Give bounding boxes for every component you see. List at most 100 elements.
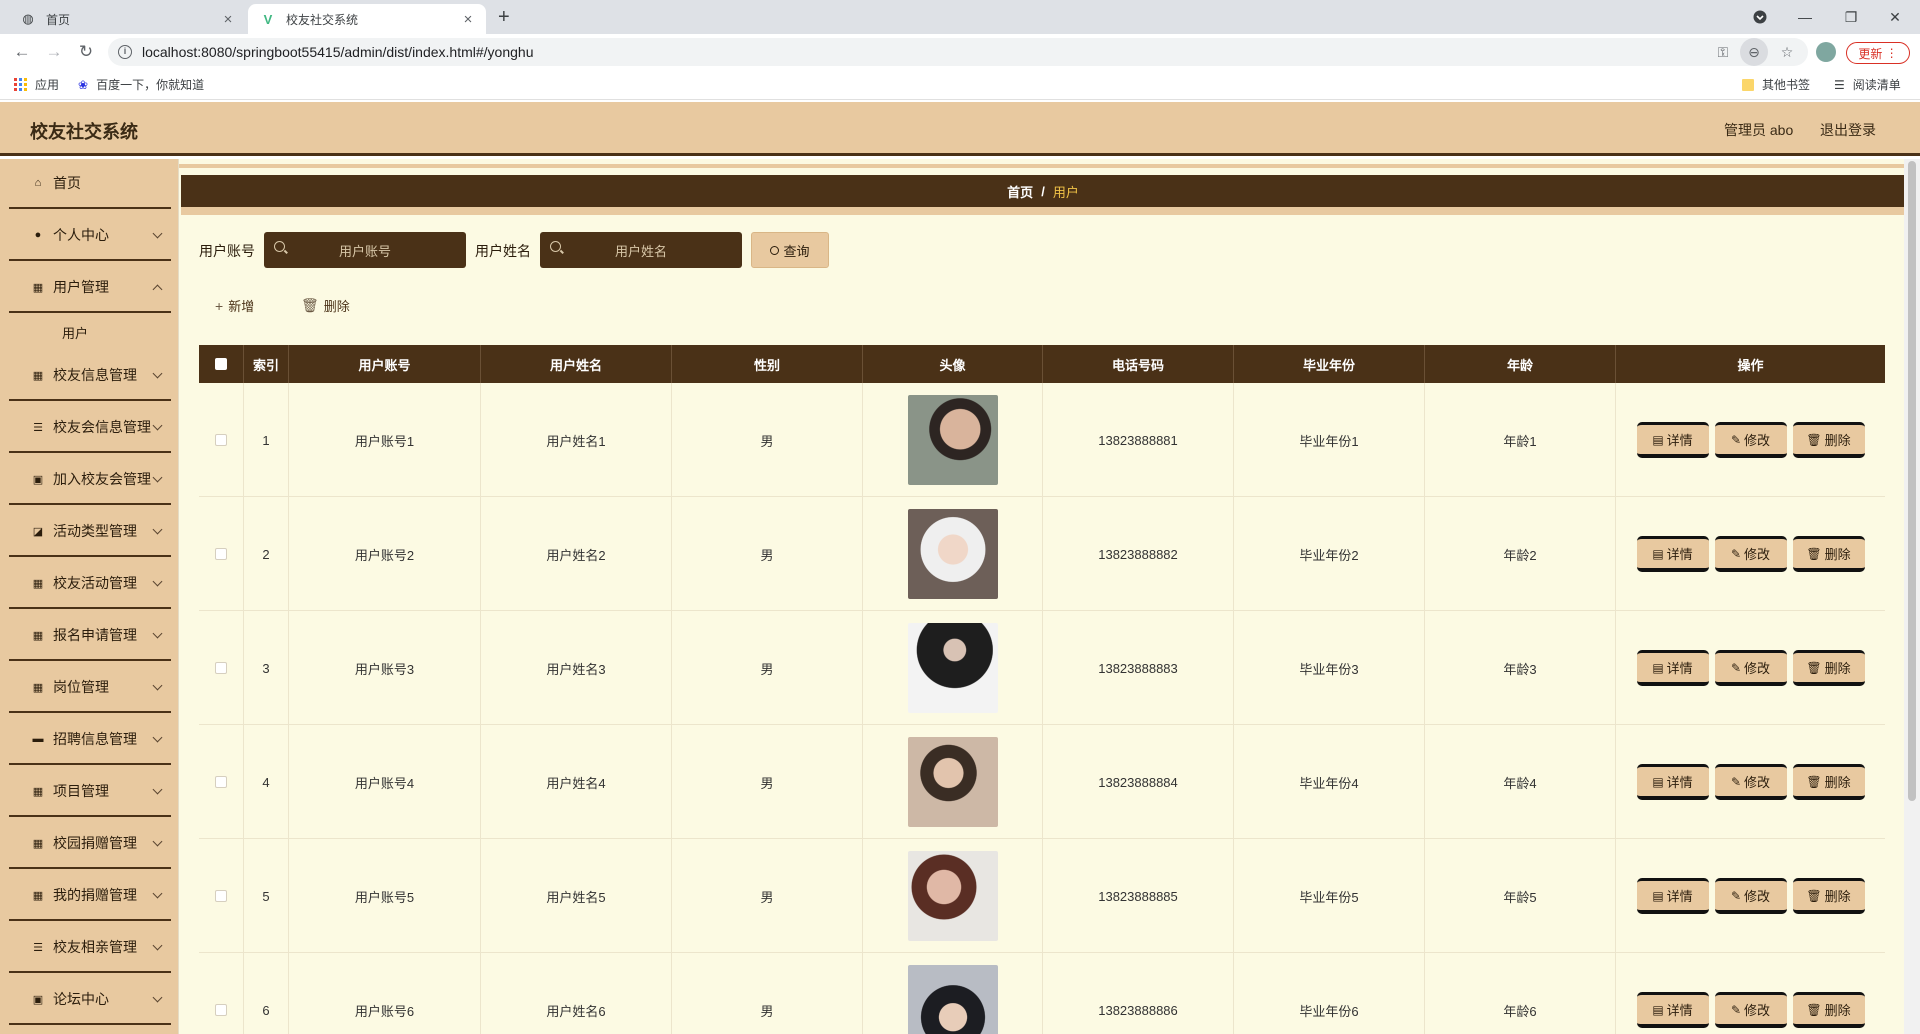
sidebar-item-positions[interactable]: ▦ 岗位管理 bbox=[9, 663, 171, 713]
url-field[interactable]: i localhost:8080/springboot55415/admin/d… bbox=[108, 38, 1808, 66]
query-button[interactable]: 查询 bbox=[751, 232, 829, 268]
row-checkbox-cell[interactable] bbox=[199, 725, 244, 839]
row-checkbox-cell[interactable] bbox=[199, 383, 244, 497]
edit-button[interactable]: ✎ 修改 bbox=[1714, 422, 1787, 458]
name-search-input[interactable]: 用户姓名 bbox=[540, 232, 742, 268]
sidebar-item-registration[interactable]: ▦ 报名申请管理 bbox=[9, 611, 171, 661]
avatar[interactable] bbox=[907, 965, 998, 1034]
delete-button[interactable]: 🗑 删除 bbox=[1792, 992, 1865, 1028]
detail-button[interactable]: ▤ 详情 bbox=[1636, 992, 1709, 1028]
batch-delete-button[interactable]: 🗑 删除 bbox=[301, 296, 350, 315]
graduation-year-cell: 毕业年份3 bbox=[1234, 611, 1425, 725]
edit-button[interactable]: ✎ 修改 bbox=[1714, 650, 1787, 686]
grid-icon: ▦ bbox=[32, 837, 44, 850]
phone-cell: 13823888881 bbox=[1043, 383, 1234, 497]
delete-button[interactable]: 🗑 删除 bbox=[1792, 764, 1865, 800]
select-all-checkbox[interactable] bbox=[199, 345, 244, 383]
edit-button[interactable]: ✎ 修改 bbox=[1714, 536, 1787, 572]
logout-link[interactable]: 退出登录 bbox=[1820, 120, 1876, 140]
sidebar-item-association-info[interactable]: ☰ 校友会信息管理 bbox=[9, 403, 171, 453]
key-icon[interactable]: ⚿ bbox=[1712, 38, 1734, 66]
restore-icon[interactable]: ❐ bbox=[1836, 4, 1866, 30]
account-search-input[interactable]: 用户账号 bbox=[264, 232, 466, 268]
bookmark-reading-list[interactable]: ☰ 阅读清单 bbox=[1834, 76, 1901, 93]
row-checkbox[interactable] bbox=[215, 890, 227, 902]
tab-title: 校友社交系统 bbox=[286, 12, 359, 27]
profile-avatar-icon[interactable] bbox=[1814, 38, 1838, 66]
submenu-item-user[interactable]: 用户 bbox=[62, 323, 88, 342]
account-cell: 用户账号5 bbox=[289, 839, 481, 953]
row-checkbox-cell[interactable] bbox=[199, 611, 244, 725]
sidebar-item-forum[interactable]: ▣ 论坛中心 bbox=[9, 975, 171, 1025]
close-window-icon[interactable]: ✕ bbox=[1880, 4, 1910, 30]
sidebar-item-projects[interactable]: ▦ 项目管理 bbox=[9, 767, 171, 817]
detail-button[interactable]: ▤ 详情 bbox=[1636, 764, 1709, 800]
new-tab-icon[interactable]: + bbox=[498, 6, 510, 29]
detail-button[interactable]: ▤ 详情 bbox=[1636, 878, 1709, 914]
row-checkbox[interactable] bbox=[215, 662, 227, 674]
grid-icon: ▦ bbox=[32, 629, 44, 642]
graduation-year-cell: 毕业年份1 bbox=[1234, 383, 1425, 497]
sidebar-item-my-donation[interactable]: ▦ 我的捐赠管理 bbox=[9, 871, 171, 921]
row-checkbox[interactable] bbox=[215, 776, 227, 788]
info-icon[interactable]: i bbox=[118, 45, 132, 59]
update-button[interactable]: 更新 ⋮ bbox=[1846, 42, 1910, 64]
sidebar-item-alumni-activity[interactable]: ▦ 校友活动管理 bbox=[9, 559, 171, 609]
sidebar-item-alumni-info[interactable]: ▦ 校友信息管理 bbox=[9, 351, 171, 401]
sidebar-item-personal-center[interactable]: ● 个人中心 bbox=[9, 211, 171, 261]
row-checkbox[interactable] bbox=[215, 548, 227, 560]
bookmark-apps[interactable]: 应用 bbox=[14, 76, 59, 93]
delete-button[interactable]: 🗑 删除 bbox=[1792, 878, 1865, 914]
sidebar-item-home[interactable]: ⌂ 首页 bbox=[9, 159, 171, 209]
close-icon[interactable]: × bbox=[460, 11, 476, 28]
row-checkbox-cell[interactable] bbox=[199, 839, 244, 953]
tab-search-icon[interactable] bbox=[1748, 4, 1772, 30]
globe-icon: ◍ bbox=[22, 11, 34, 26]
vertical-scrollbar[interactable] bbox=[1904, 159, 1920, 1034]
row-checkbox-cell[interactable] bbox=[199, 953, 244, 1034]
zoom-icon[interactable]: ⊖ bbox=[1740, 38, 1768, 66]
avatar[interactable] bbox=[907, 737, 998, 827]
delete-button[interactable]: 🗑 删除 bbox=[1792, 422, 1865, 458]
star-icon[interactable]: ☆ bbox=[1776, 38, 1798, 66]
avatar[interactable] bbox=[907, 395, 998, 485]
reload-icon[interactable]: ↻ bbox=[74, 40, 98, 64]
row-checkbox[interactable] bbox=[215, 1004, 227, 1016]
add-button[interactable]: + 新增 bbox=[215, 296, 254, 315]
detail-button[interactable]: ▤ 详情 bbox=[1636, 650, 1709, 686]
detail-button[interactable]: ▤ 详情 bbox=[1636, 422, 1709, 458]
close-icon[interactable]: × bbox=[220, 11, 236, 28]
bookmark-other[interactable]: 其他书签 bbox=[1742, 76, 1810, 93]
sidebar-item-campus-donation[interactable]: ▦ 校园捐赠管理 bbox=[9, 819, 171, 869]
sidebar-item-user-management[interactable]: ▦ 用户管理 bbox=[9, 263, 171, 313]
browser-tab-home[interactable]: ◍ 首页 × bbox=[8, 4, 246, 34]
bookmark-baidu[interactable]: ❀ 百度一下，你就知道 bbox=[78, 76, 204, 93]
grid-icon: ▦ bbox=[32, 281, 44, 294]
back-icon[interactable]: ← bbox=[10, 40, 34, 64]
delete-button[interactable]: 🗑 删除 bbox=[1792, 650, 1865, 686]
sidebar-item-join-association[interactable]: ▣ 加入校友会管理 bbox=[9, 455, 171, 505]
scrollbar-thumb[interactable] bbox=[1908, 161, 1916, 801]
breadcrumb-home[interactable]: 首页 bbox=[1007, 182, 1033, 201]
edit-button[interactable]: ✎ 修改 bbox=[1714, 878, 1787, 914]
edit-icon: ✎ bbox=[1730, 888, 1742, 903]
sidebar-item-label: 论坛中心 bbox=[53, 991, 109, 1007]
row-checkbox-cell[interactable] bbox=[199, 497, 244, 611]
sidebar-item-matchmaking[interactable]: ☰ 校友相亲管理 bbox=[9, 923, 171, 973]
avatar[interactable] bbox=[907, 851, 998, 941]
minimize-icon[interactable]: — bbox=[1790, 4, 1820, 30]
detail-button[interactable]: ▤ 详情 bbox=[1636, 536, 1709, 572]
detail-label: 详情 bbox=[1666, 433, 1693, 448]
browser-tab-active[interactable]: V 校友社交系统 × bbox=[248, 4, 486, 34]
sidebar-item-activity-type[interactable]: ◪ 活动类型管理 bbox=[9, 507, 171, 557]
table-row: 3 用户账号3 用户姓名3 男 13823888883 毕业年份3 年龄3 ▤ 详… bbox=[199, 611, 1885, 725]
edit-button[interactable]: ✎ 修改 bbox=[1714, 992, 1787, 1028]
sidebar-item-recruitment[interactable]: ▬ 招聘信息管理 bbox=[9, 715, 171, 765]
forward-icon[interactable]: → bbox=[42, 40, 66, 64]
row-checkbox[interactable] bbox=[215, 434, 227, 446]
edit-button[interactable]: ✎ 修改 bbox=[1714, 764, 1787, 800]
avatar[interactable] bbox=[907, 623, 998, 713]
phone-cell: 13823888883 bbox=[1043, 611, 1234, 725]
avatar[interactable] bbox=[907, 509, 998, 599]
delete-button[interactable]: 🗑 删除 bbox=[1792, 536, 1865, 572]
